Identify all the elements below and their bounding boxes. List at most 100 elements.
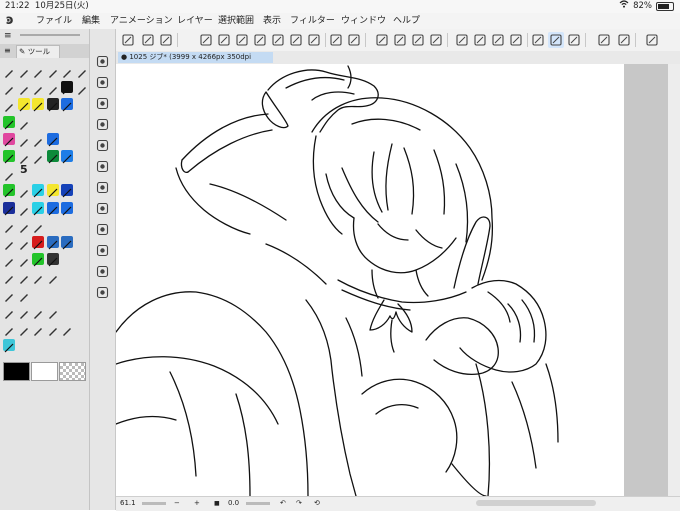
tool-square-gray-icon[interactable] [18, 305, 30, 319]
tool-dropper-icon[interactable] [32, 81, 44, 96]
tool-oval-balloon-icon[interactable] [32, 322, 44, 336]
new-canvas-icon[interactable] [140, 32, 156, 48]
app-logo-icon[interactable]: ͽ [6, 14, 20, 28]
tool-droplet-icon[interactable] [46, 236, 59, 250]
tool-mesh-icon[interactable] [18, 202, 30, 216]
tool-fill-blue-icon[interactable] [46, 201, 59, 216]
tab-menu-icon[interactable]: ≡ [4, 46, 11, 55]
ruler-pen-icon[interactable] [530, 32, 546, 48]
tool-pen-line2-icon[interactable] [18, 253, 30, 268]
rotation-slider[interactable] [246, 502, 270, 505]
tool-gradient-icon[interactable] [3, 305, 15, 319]
command-combined-icon[interactable] [96, 158, 109, 173]
tool-paint-icon[interactable] [46, 253, 59, 267]
tool-balloon-icon[interactable] [18, 322, 30, 336]
ruler-line-icon[interactable] [566, 32, 582, 48]
tool-pen-green3-icon[interactable] [32, 253, 44, 267]
tool-brush-blue2-icon[interactable] [61, 150, 73, 164]
help-icon[interactable] [616, 32, 632, 48]
tool-droplet2-icon[interactable] [61, 236, 73, 250]
command-layer-settings2-icon[interactable] [96, 116, 109, 131]
tool-pen-yellow-icon[interactable] [17, 98, 30, 112]
undo-icon[interactable] [328, 32, 344, 48]
command-film2-icon[interactable] [96, 221, 109, 236]
snap-icon[interactable] [490, 32, 506, 48]
transparent-color-swatch[interactable] [59, 362, 86, 381]
stop-icon[interactable]: ■ [214, 497, 220, 510]
tool-eraser-icon[interactable] [18, 81, 30, 96]
tool-fill-cyan-icon[interactable] [32, 184, 44, 198]
tool-brush-green-icon[interactable] [3, 150, 15, 164]
save-icon[interactable] [234, 32, 250, 48]
loading-spinner-icon[interactable] [374, 32, 390, 48]
tool-eraser-red-icon[interactable] [32, 219, 44, 233]
transform-icon[interactable] [392, 32, 408, 48]
tool-fill-pen-icon[interactable] [3, 219, 15, 233]
tool-pen-thin-icon[interactable] [3, 236, 15, 250]
command-sub-view-icon[interactable] [96, 179, 109, 194]
command-layers-icon[interactable] [96, 242, 109, 257]
snap2-icon[interactable] [508, 32, 524, 48]
tool-fill-cyan2-icon[interactable] [32, 201, 44, 216]
tool-pen-rule-icon[interactable] [32, 270, 44, 285]
reset-view-icon[interactable]: ⟲ [314, 497, 320, 510]
tool-fill-tool-icon[interactable] [3, 339, 15, 353]
panel-grip[interactable] [20, 34, 80, 36]
screenshot-icon[interactable] [158, 32, 174, 48]
tool-circle-icon[interactable] [32, 150, 44, 164]
tool-red-square-icon[interactable] [32, 236, 44, 250]
tool-text-A-icon[interactable] [3, 322, 15, 336]
menu-file[interactable]: ファイル [36, 13, 72, 29]
rotation-value[interactable]: 0.0 [228, 497, 239, 510]
tool-ruler-icon[interactable] [18, 270, 30, 285]
tool-move-arrows-icon[interactable] [47, 305, 59, 319]
invert-selection-icon[interactable] [472, 32, 488, 48]
command-layers-stack-icon[interactable] [96, 263, 109, 278]
crop-icon[interactable] [428, 32, 444, 48]
command-layer-props-icon[interactable] [96, 95, 109, 110]
menu-hamburger-icon[interactable] [120, 32, 136, 48]
export-png-icon[interactable] [270, 32, 286, 48]
vertical-scrollbar[interactable] [668, 64, 680, 496]
panel-menu-icon[interactable]: ≡ [4, 31, 12, 41]
clear-selection-icon[interactable] [454, 32, 470, 48]
tool-gradient2-icon[interactable] [32, 305, 44, 319]
tool-pen-dark2-icon[interactable] [18, 133, 30, 147]
tool-eraser-soft-icon[interactable] [3, 98, 15, 113]
tool-pointer-icon[interactable] [61, 64, 73, 78]
menu-window[interactable]: ウィンドウ [341, 13, 386, 29]
tool-pen-sm-icon[interactable] [3, 167, 15, 182]
tool-eraser-rule-icon[interactable] [47, 270, 59, 285]
tool-pen-thin2-icon[interactable] [18, 236, 30, 250]
tool-diamond-icon[interactable] [47, 322, 59, 336]
menu-animation[interactable]: アニメーション [110, 13, 173, 29]
tool-fill-dkblue-icon[interactable] [61, 184, 73, 198]
drawing-canvas[interactable] [116, 64, 624, 496]
menu-layer[interactable]: レイヤー [177, 13, 213, 29]
command-navigator-icon[interactable] [96, 53, 109, 68]
tool-g-pen-icon[interactable] [61, 81, 73, 95]
tool-pink-square-icon[interactable] [3, 132, 15, 147]
tool-magic-wand-icon[interactable] [47, 64, 59, 78]
tool-rect-select-icon[interactable] [76, 81, 88, 96]
rotate-right-icon[interactable]: ↷ [296, 497, 302, 510]
tool-pen-dark-icon[interactable] [46, 98, 59, 112]
tool-pen-green-icon[interactable] [3, 115, 15, 130]
redo-icon[interactable] [346, 32, 362, 48]
tool-brush-cap-icon[interactable] [32, 133, 44, 147]
tool-eyedropper-icon[interactable] [3, 81, 15, 96]
tool-sprinkle-icon[interactable] [18, 219, 30, 233]
zoom-slider[interactable] [142, 502, 166, 505]
document-tab[interactable]: ● 1025 ジブ* (3999 x 4266px 350dpi 61.1%) [118, 52, 273, 72]
command-layer-settings-icon[interactable] [96, 74, 109, 89]
tool-hand-icon[interactable] [18, 64, 30, 78]
menu-help[interactable]: ヘルプ [393, 13, 420, 29]
tool-lasso-icon[interactable] [32, 64, 44, 78]
tool-wand-star-icon[interactable] [76, 64, 88, 78]
tool-pen-plain-icon[interactable] [18, 116, 30, 130]
tool-magnifier-icon[interactable] [3, 64, 15, 78]
companion-icon[interactable] [596, 32, 612, 48]
fill-icon[interactable] [410, 32, 426, 48]
tool-fill-blue3-icon[interactable] [61, 201, 73, 216]
tool-house-icon[interactable] [3, 270, 15, 285]
